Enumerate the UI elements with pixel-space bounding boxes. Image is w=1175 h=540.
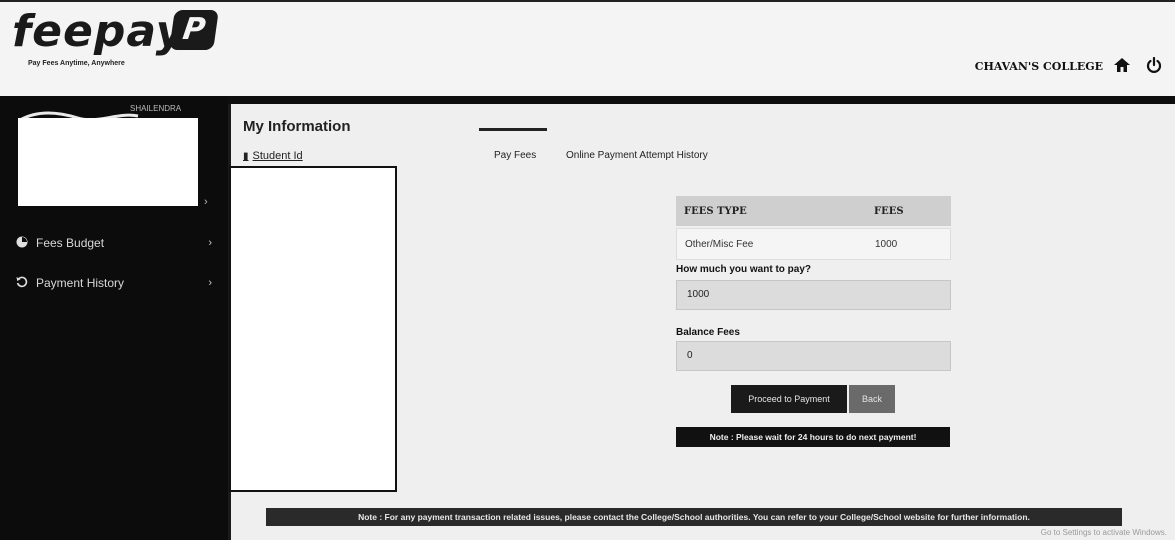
active-tab-indicator — [479, 128, 547, 131]
table-row: Other/Misc Fee 1000 — [676, 228, 951, 260]
college-name: CHAVAN'S COLLEGE — [974, 60, 1103, 73]
balance-fees-label: Balance Fees — [676, 327, 740, 338]
sidebar-item-label: Fees Budget — [36, 236, 105, 250]
id-card-icon: ▮ — [243, 151, 249, 162]
app-logo-badge: P — [169, 10, 219, 50]
student-name: SHAILENDRA — [130, 104, 182, 113]
top-header: feepayr P Pay Fees Anytime, Anywhere CHA… — [0, 0, 1175, 96]
chevron-right-icon[interactable]: › — [204, 196, 208, 208]
pay-amount-label: How much you want to pay? — [676, 264, 812, 275]
fees-table-header: FEES TYPE FEES — [676, 196, 951, 226]
student-id-label: ▮ Student Id — [243, 150, 303, 162]
history-icon — [16, 276, 36, 291]
balance-fees-field: 0 — [676, 341, 951, 371]
activation-watermark: Go to Settings to activate Windows. — [1040, 528, 1167, 537]
sidebar-item-payment-history[interactable]: Payment History › — [16, 272, 216, 294]
chevron-right-icon: › — [208, 237, 212, 249]
wait-note: Note : Please wait for 24 hours to do ne… — [676, 427, 950, 447]
profile-photo-redacted — [18, 118, 198, 206]
back-button[interactable]: Back — [849, 385, 895, 413]
home-icon[interactable] — [1111, 54, 1133, 76]
column-header-fees: FEES — [874, 205, 904, 217]
pay-amount-input[interactable]: 1000 — [676, 280, 951, 310]
fee-amount-cell: 1000 — [875, 238, 898, 250]
sidebar-item-fees-budget[interactable]: Fees Budget › — [16, 232, 216, 254]
app-tagline: Pay Fees Anytime, Anywhere — [28, 60, 125, 67]
chevron-right-icon: › — [208, 277, 212, 289]
section-title: My Information — [243, 118, 351, 135]
column-header-fees-type: FEES TYPE — [684, 205, 747, 217]
budget-icon — [16, 236, 36, 251]
sidebar-item-label: Payment History — [36, 276, 125, 290]
tab-pay-fees[interactable]: Pay Fees — [494, 150, 536, 161]
tab-online-payment-attempt-history[interactable]: Online Payment Attempt History — [566, 150, 708, 161]
fee-type-cell: Other/Misc Fee — [685, 238, 754, 250]
support-note: Note : For any payment transaction relat… — [266, 508, 1122, 526]
proceed-to-payment-button[interactable]: Proceed to Payment — [731, 385, 847, 413]
student-info-card — [229, 166, 397, 492]
power-icon[interactable] — [1143, 54, 1165, 76]
sidebar: SHAILENDRA › Fees Budget › Payment Histo… — [0, 96, 228, 540]
